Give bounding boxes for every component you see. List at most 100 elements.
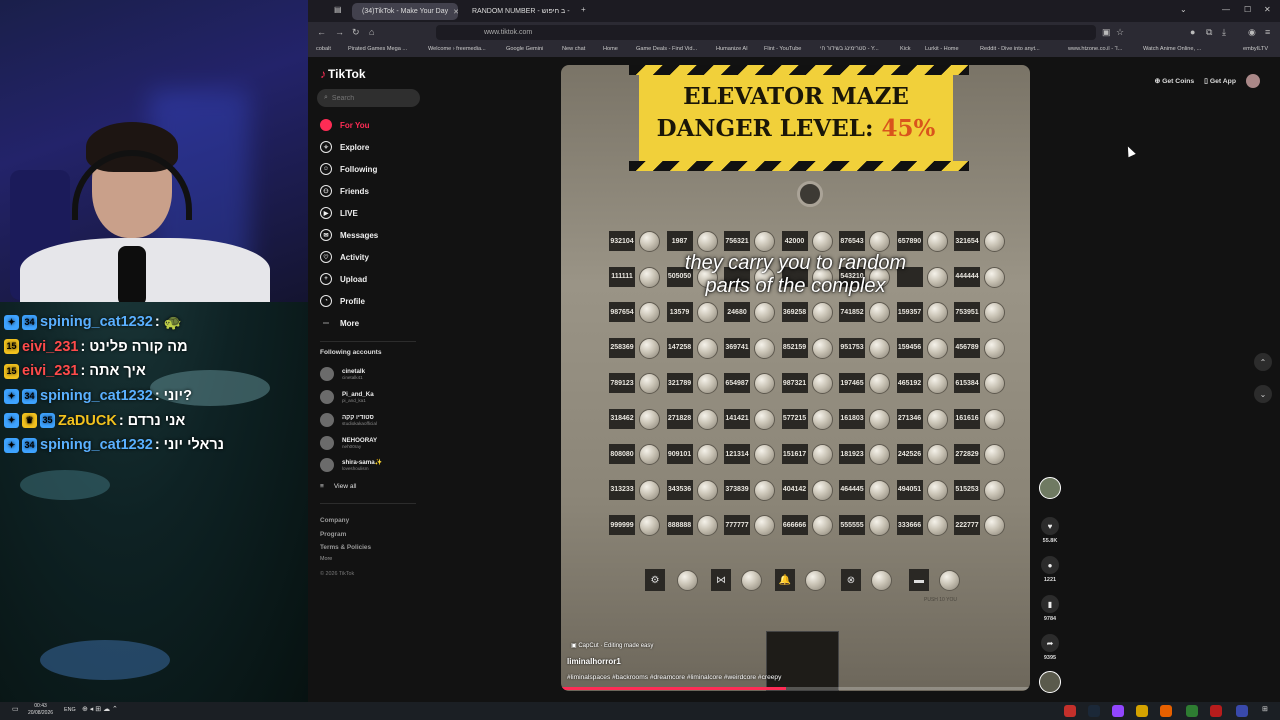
extension-icon[interactable]: ● xyxy=(1190,27,1195,37)
previous-video-button[interactable]: ⌃ xyxy=(1254,353,1272,371)
nav-label: More xyxy=(340,318,360,328)
bookmark-item[interactable]: סטרימינג בשידור חי - Y... xyxy=(820,46,879,52)
account-icon[interactable]: ◉ xyxy=(1248,27,1256,38)
bookmark-item[interactable]: New chat xyxy=(562,46,585,52)
tab-close-icon[interactable]: ✕ xyxy=(453,8,458,16)
youtube-app-icon[interactable] xyxy=(1064,705,1076,717)
start-icon[interactable]: ⊞ xyxy=(1262,705,1268,713)
download-icon[interactable]: ⤓ xyxy=(1222,27,1226,38)
address-bar[interactable]: www.tiktok.com xyxy=(436,25,1096,40)
bookmark-item[interactable]: cobalt xyxy=(316,46,331,52)
twitch-app-icon[interactable] xyxy=(1112,705,1124,717)
following-accounts-title: Following accounts xyxy=(320,349,382,356)
next-video-button[interactable]: ⌄ xyxy=(1254,385,1272,403)
nav-profile[interactable]: ◔ Profile xyxy=(320,293,365,309)
chevron-down-icon[interactable]: ⌄ xyxy=(1180,5,1187,14)
footer-terms[interactable]: Terms & Policies xyxy=(320,544,371,551)
menu-icon[interactable]: ≡ xyxy=(1265,27,1270,37)
search-box[interactable]: ⌕ xyxy=(317,89,420,107)
bookmark-item[interactable]: Home xyxy=(603,46,618,52)
window-close-icon[interactable]: ✕ xyxy=(1264,5,1271,14)
nav-following[interactable]: ☺ Following xyxy=(320,161,377,177)
reader-mode-icon[interactable]: ▣ xyxy=(1102,27,1111,38)
bookmark-item[interactable]: Game Deals - Find Vid... xyxy=(636,46,697,52)
following-account[interactable]: סטודיו קקה studiokakaofficial xyxy=(320,410,377,430)
get-coins-button[interactable]: ⊕ Get Coins xyxy=(1154,77,1194,85)
sound-avatar[interactable] xyxy=(1036,671,1064,693)
nav-for-you[interactable]: ⌂ For You xyxy=(320,117,369,133)
view-all-link[interactable]: ≡ View all xyxy=(320,483,356,490)
bookmark-item[interactable]: Kick xyxy=(900,46,911,52)
nav-more[interactable]: ⋯ More xyxy=(320,315,359,331)
bookmark-item[interactable]: Welcome › freemedia... xyxy=(428,46,486,52)
share-button[interactable]: ➦ 9395 xyxy=(1036,634,1064,661)
bookmark-item[interactable]: Humanize AI xyxy=(716,46,748,52)
nav-live[interactable]: ▶ LIVE xyxy=(320,205,358,221)
footer-company[interactable]: Company xyxy=(320,517,349,524)
heart-icon: ♥ xyxy=(1041,517,1059,535)
comment-button[interactable]: ● 1221 xyxy=(1036,556,1064,583)
search-input[interactable] xyxy=(331,94,412,102)
following-account[interactable]: NEHOORAY neh00ray xyxy=(320,433,377,453)
footer-more[interactable]: More xyxy=(320,556,332,562)
elevator-button xyxy=(926,337,948,359)
bookmark-item[interactable]: embyILTV xyxy=(1243,46,1268,52)
new-tab-icon[interactable]: + xyxy=(581,5,586,14)
panel-fine-print: PUSH 10 YOU xyxy=(924,597,957,603)
notification-icon[interactable]: ▭ xyxy=(12,705,19,713)
cancel-symbol-icon: ⊗ xyxy=(841,569,861,591)
capcut-tag[interactable]: ▣ CapCut · Editing made easy xyxy=(571,642,653,649)
bookmark-star-icon[interactable]: ☆ xyxy=(1116,27,1124,38)
video-player[interactable]: ELEVATOR MAZE DANGER LEVEL: 45% 932104 19… xyxy=(561,65,1030,691)
floor-number-label: 242526 xyxy=(896,444,923,464)
app-icon[interactable] xyxy=(1186,705,1198,717)
tab-tiktok[interactable]: (34)TikTok - Make Your Day ✕ xyxy=(352,3,458,20)
steam-app-icon[interactable] xyxy=(1088,705,1100,717)
get-app-button[interactable]: ▯ Get App xyxy=(1204,77,1236,85)
following-account[interactable]: cinetalk cinetalk41 xyxy=(320,364,365,384)
sign-title: ELEVATOR MAZE xyxy=(683,83,909,110)
account-name: cinetalk xyxy=(342,367,366,375)
video-progress-bar[interactable] xyxy=(561,687,1030,690)
app-icon[interactable] xyxy=(1236,705,1248,717)
profile-avatar[interactable] xyxy=(1246,74,1260,88)
puzzle-icon[interactable]: ⧉ xyxy=(1206,27,1212,38)
bookmark-item[interactable]: Reddit - Dive into anyt... xyxy=(980,46,1040,52)
save-button[interactable]: ▮ 9784 xyxy=(1036,595,1064,622)
home-icon[interactable]: ⌂ xyxy=(369,27,374,37)
floor-number-label: 753951 xyxy=(954,302,980,322)
opera-app-icon[interactable] xyxy=(1210,705,1222,717)
reload-icon[interactable]: ↻ xyxy=(352,27,360,38)
video-hashtags[interactable]: #liminalspaces #backrooms #dreamcore #li… xyxy=(567,674,781,681)
nav-messages[interactable]: ✉ Messages xyxy=(320,227,378,243)
nav-explore[interactable]: ✧ Explore xyxy=(320,139,369,155)
minimize-icon[interactable]: — xyxy=(1222,5,1230,14)
back-icon[interactable]: ← xyxy=(317,27,326,37)
forward-icon[interactable]: → xyxy=(335,27,344,37)
tray-icons[interactable]: ⊕ ◂ ⊞ ☁ ⌃ xyxy=(82,705,118,713)
following-account[interactable]: shira-sama✨ loveshoulism xyxy=(320,455,382,475)
bookmark-item[interactable]: Flint - YouTube xyxy=(764,46,801,52)
nav-activity[interactable]: ♡ Activity xyxy=(320,249,369,265)
comment-count: 1221 xyxy=(1043,577,1057,583)
creator-avatar[interactable] xyxy=(1036,477,1064,499)
firefox-app-icon[interactable] xyxy=(1160,705,1172,717)
footer-program[interactable]: Program xyxy=(320,531,346,538)
tiktok-logo[interactable]: ♪ TikTok xyxy=(320,67,366,81)
bookmark-item[interactable]: Watch Anime Online, ... xyxy=(1143,46,1201,52)
following-account[interactable]: Pi_and_Ka pi_and_ka1 xyxy=(320,387,374,407)
bookmark-item[interactable]: Lurkit - Home xyxy=(925,46,959,52)
bookmark-item[interactable]: Google Gemini xyxy=(506,46,543,52)
tab-random-number[interactable]: RANDOM NUMBER - ב חיפוש - ✕ xyxy=(462,3,574,20)
bookmark-item[interactable]: www.htzone.co.il - ד... xyxy=(1068,46,1122,52)
nav-upload[interactable]: + Upload xyxy=(320,271,367,287)
tab-list-icon[interactable]: ▤ xyxy=(334,5,342,14)
language-indicator[interactable]: ENG xyxy=(64,707,76,713)
file-explorer-icon[interactable] xyxy=(1136,705,1148,717)
maximize-icon[interactable]: ☐ xyxy=(1244,5,1251,14)
clock[interactable]: 00:43 20/08/2026 xyxy=(28,703,53,717)
bookmark-item[interactable]: Pirated Games Mega ... xyxy=(348,46,407,52)
nav-friends[interactable]: ⚇ Friends xyxy=(320,183,369,199)
video-author[interactable]: liminalhorror1 xyxy=(567,657,621,666)
like-button[interactable]: ♥ 55.8K xyxy=(1036,517,1064,544)
